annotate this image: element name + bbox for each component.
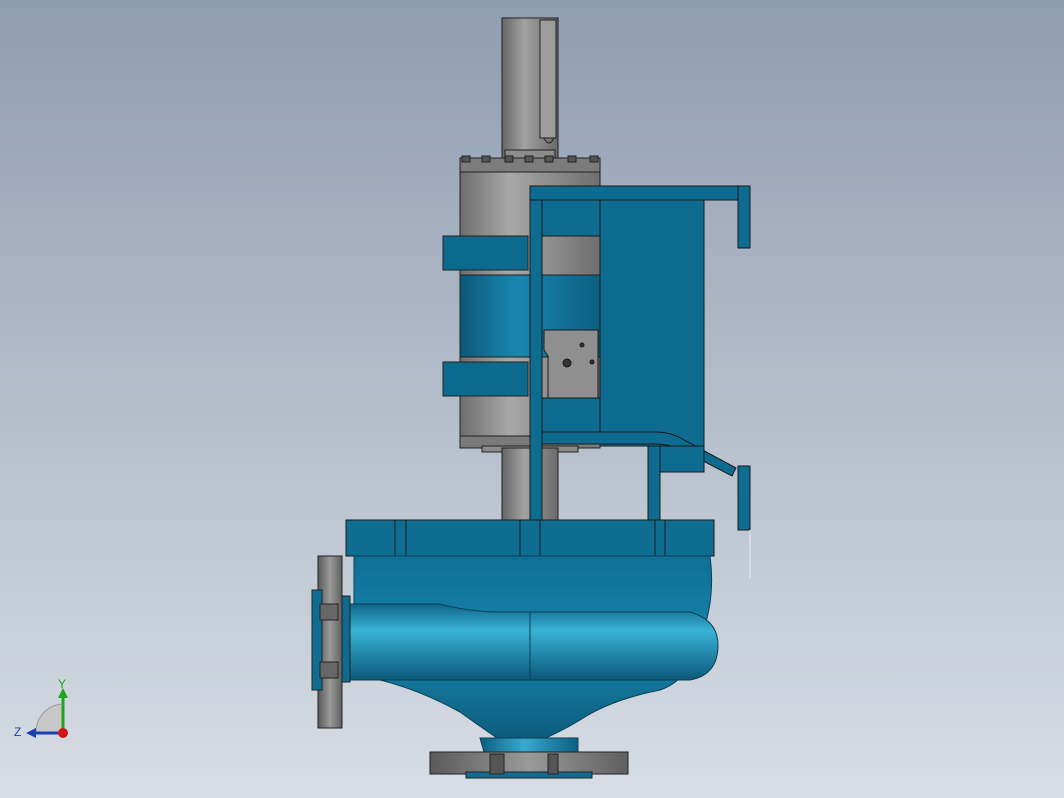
x-axis-dot <box>58 728 68 738</box>
discharge-flange <box>311 555 351 729</box>
motor-top-flange <box>459 155 601 173</box>
discharge-pipe <box>344 603 719 681</box>
axis-triad[interactable]: Y Z <box>14 676 78 748</box>
motor-top-cylinder <box>501 17 559 161</box>
triad-orientation-wedge <box>35 703 65 733</box>
pump-model[interactable] <box>0 0 1064 798</box>
z-axis-label: Z <box>14 725 21 739</box>
suction-neck <box>429 737 629 779</box>
z-axis-arrow <box>26 728 36 738</box>
y-axis-label: Y <box>58 677 66 691</box>
pump-top-plate <box>345 519 715 557</box>
3d-viewport[interactable]: Y Z <box>0 0 1064 798</box>
